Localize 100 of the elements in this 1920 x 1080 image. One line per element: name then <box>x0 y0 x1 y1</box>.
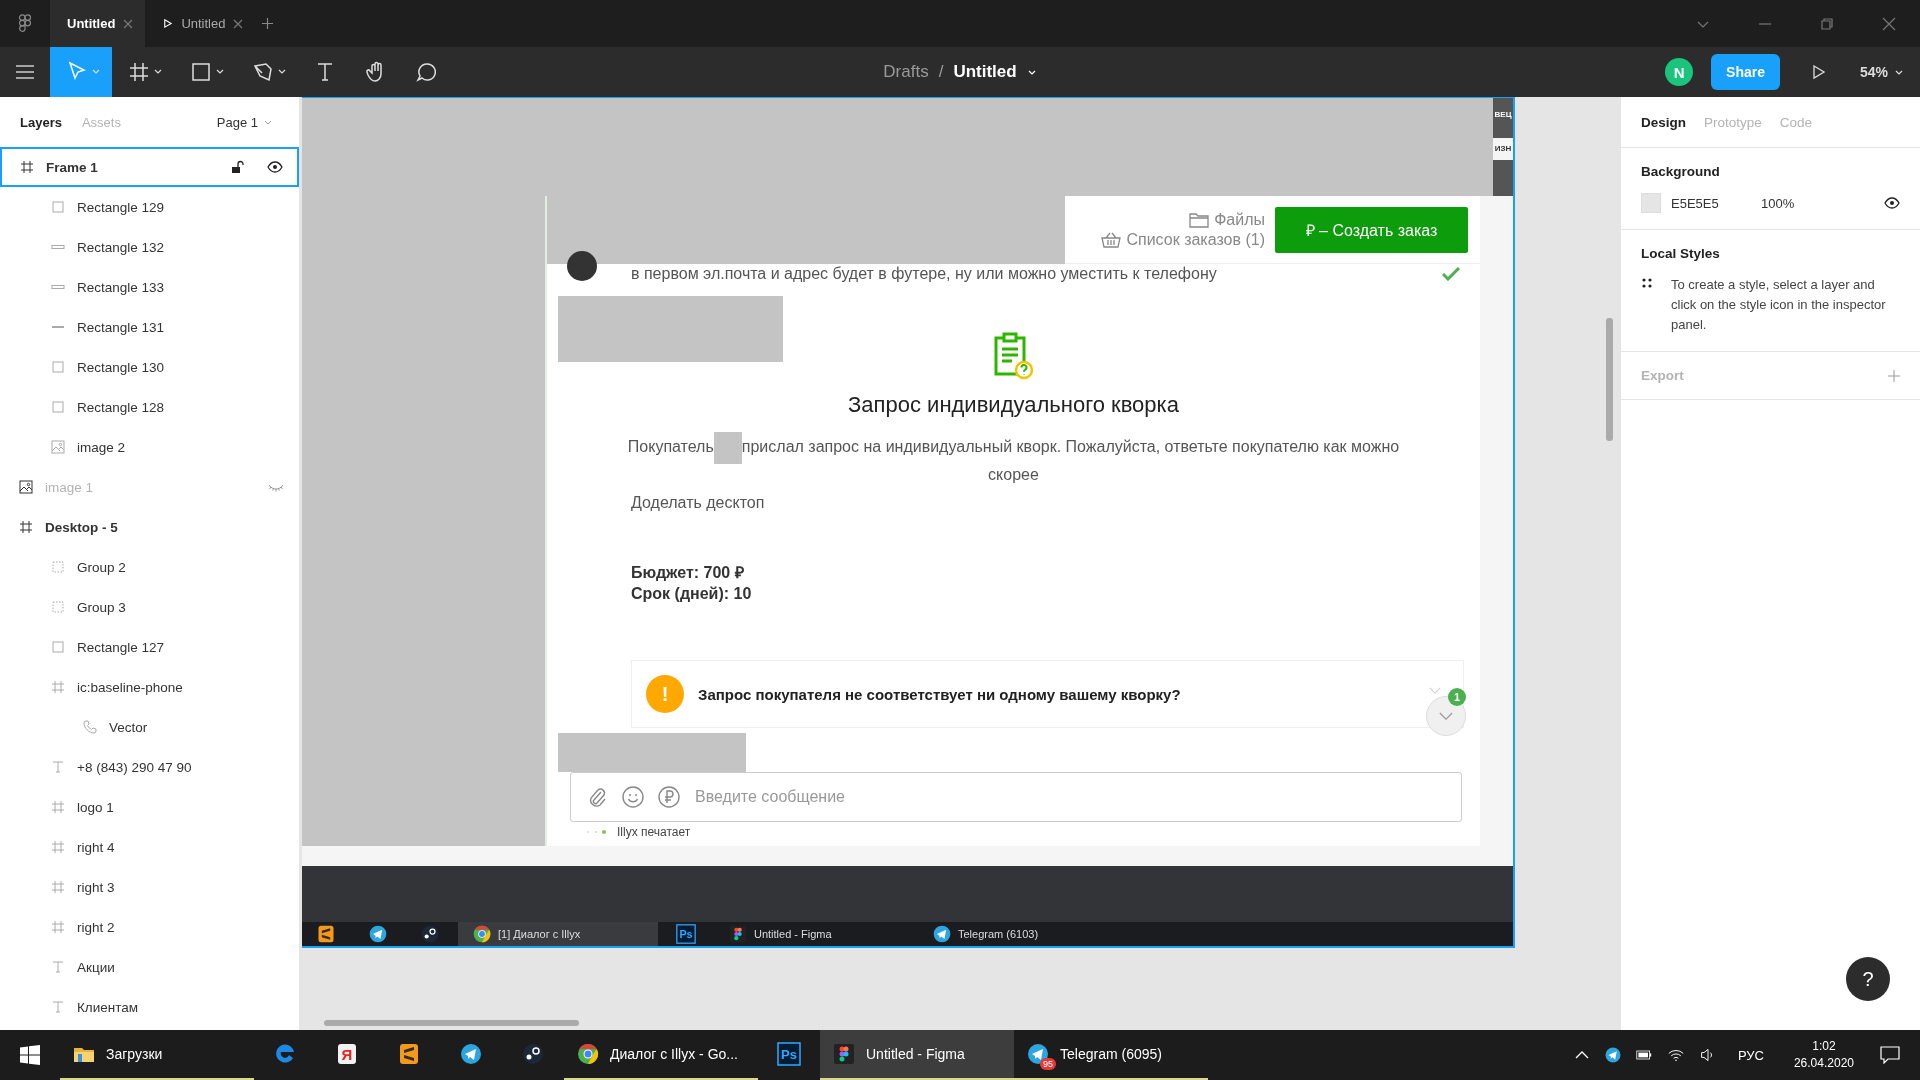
smiley-icon[interactable] <box>621 785 645 809</box>
deadline-text: Срок (дней): 10 <box>631 584 753 604</box>
hex-value[interactable]: E5E5E5 <box>1671 195 1761 211</box>
layer-item[interactable]: Rectangle 133 <box>0 267 299 307</box>
layer-item[interactable]: image 2 <box>0 427 299 467</box>
taskbar-label: Telegram (6095) <box>1060 1046 1162 1062</box>
layer-item[interactable]: right 4 <box>0 827 299 867</box>
telegram-icon <box>932 924 952 944</box>
pen-icon <box>251 60 275 84</box>
section-title: Local Styles <box>1641 246 1721 261</box>
layer-item[interactable]: Rectangle 128 <box>0 387 299 427</box>
layer-item[interactable]: Desktop - 5 <box>0 507 299 547</box>
close-icon[interactable] <box>123 18 134 29</box>
taskbar-item[interactable]: Загрузки <box>60 1030 254 1080</box>
unread-badge: 1 <box>1448 688 1466 706</box>
caret-icon <box>92 68 100 76</box>
styles-hint: To create a style, select a layer and click on the style icon in the inspector panel. <box>1671 276 1887 334</box>
layer-item[interactable]: Акции <box>0 947 299 987</box>
message-field[interactable]: Введите сообщение <box>570 772 1462 822</box>
layer-item[interactable]: Frame 1 <box>0 147 299 187</box>
taskbar-item[interactable]: Untitled - Figma <box>820 1030 1014 1080</box>
unlock-icon[interactable] <box>229 160 245 174</box>
vertical-scrollbar[interactable] <box>1606 318 1613 441</box>
layer-item[interactable]: Rectangle 132 <box>0 227 299 267</box>
file-tab[interactable]: Untitled <box>145 0 256 47</box>
battery-icon[interactable] <box>1635 1048 1652 1062</box>
layer-item[interactable]: ic:baseline-phone <box>0 667 299 707</box>
clock-time[interactable]: 1:02 <box>1812 1038 1836 1055</box>
frame-layer-icon <box>51 880 65 894</box>
telegram-icon[interactable] <box>1603 1046 1622 1064</box>
steam-icon <box>521 1042 545 1066</box>
zoom-dropdown[interactable]: 54% <box>1853 63 1910 81</box>
layer-item[interactable]: Rectangle 130 <box>0 347 299 387</box>
layer-item[interactable]: Group 3 <box>0 587 299 627</box>
create-order-button[interactable]: ₽ – Создать заказ <box>1275 206 1468 253</box>
layer-name: Vector <box>109 719 148 735</box>
figma-logo-icon[interactable] <box>17 12 33 35</box>
taskbar-item[interactable]: Ps <box>758 1030 820 1080</box>
close-icon[interactable] <box>233 18 244 29</box>
language-indicator[interactable]: РУС <box>1737 1047 1764 1063</box>
ruble-icon[interactable] <box>657 785 681 809</box>
frame-layer-icon <box>51 840 65 854</box>
eye-icon[interactable] <box>267 160 283 174</box>
panel-tab[interactable]: Design <box>1641 114 1686 130</box>
add-tab-icon[interactable] <box>261 17 275 30</box>
taskbar-item[interactable]: Я <box>316 1030 378 1080</box>
typing-dots-icon <box>585 829 609 835</box>
image-layer-icon <box>19 480 33 494</box>
layer-item[interactable]: right 3 <box>0 867 299 907</box>
taskbar-item[interactable]: Ps <box>662 922 710 946</box>
taskbar-item[interactable]: Untitled - Figma <box>714 922 914 946</box>
file-tab[interactable]: Untitled <box>50 0 146 47</box>
taskbar-item[interactable]: Telegram (6103) <box>918 922 1118 946</box>
layer-item[interactable]: logo 1 <box>0 787 299 827</box>
layer-item[interactable]: Rectangle 131 <box>0 307 299 347</box>
image-layer-icon <box>51 440 65 454</box>
basket-icon <box>1101 231 1122 248</box>
taskbar-item[interactable]: Telegram (6095) 95 <box>1014 1030 1208 1080</box>
taskbar-item[interactable]: [1] Диалог с Illyx <box>458 922 658 946</box>
layer-item[interactable]: Rectangle 127 <box>0 627 299 667</box>
layer-name: image 2 <box>77 439 126 455</box>
horizontal-scrollbar[interactable] <box>324 1020 579 1026</box>
menu-icon[interactable] <box>15 64 35 80</box>
notification-icon[interactable] <box>1880 1046 1900 1064</box>
page-dropdown[interactable]: Page 1 <box>210 113 279 131</box>
layer-name: Rectangle 130 <box>77 359 165 375</box>
layer-name: right 3 <box>77 879 115 895</box>
eye-icon[interactable] <box>1884 196 1900 210</box>
restore-icon[interactable] <box>1820 16 1834 31</box>
panel-tab[interactable]: Layers <box>20 114 62 130</box>
file-name[interactable]: Untitled <box>953 62 1017 82</box>
orders-link[interactable]: Список заказов (1) <box>1126 230 1265 249</box>
windows-start-icon[interactable] <box>20 1045 40 1065</box>
chevron-down-icon <box>1439 711 1453 721</box>
rectangle-layer-icon <box>51 400 65 414</box>
hash-icon <box>127 60 151 84</box>
wifi-icon[interactable] <box>1667 1048 1684 1062</box>
color-swatch[interactable] <box>1641 193 1661 213</box>
layer-item[interactable]: Rectangle 129 <box>0 187 299 227</box>
clock-date[interactable]: 26.04.2020 <box>1793 1055 1854 1072</box>
layer-item[interactable]: +8 (843) 290 47 90 <box>0 747 299 787</box>
layer-item[interactable]: right 2 <box>0 907 299 947</box>
sublime-icon <box>397 1042 421 1066</box>
opacity-value[interactable]: 100% <box>1761 195 1795 211</box>
caret-icon <box>216 68 224 76</box>
layer-name: Rectangle 133 <box>77 279 165 295</box>
layer-item[interactable]: Клиентам <box>0 987 299 1027</box>
cut-off-text: ИЗН <box>1493 138 1513 160</box>
figma-icon <box>728 924 748 944</box>
close-icon[interactable] <box>1882 16 1896 31</box>
intro-text: Покупатель <box>627 438 714 456</box>
frame[interactable] <box>302 97 1515 948</box>
layer-item[interactable]: Group 2 <box>0 547 299 587</box>
message-input[interactable]: Введите сообщение <box>693 787 1447 807</box>
layer-name: right 2 <box>77 919 115 935</box>
files-link[interactable]: Файлы <box>1214 210 1265 229</box>
taskbar-item[interactable]: Диалог с Illyx - Go... <box>564 1030 758 1080</box>
layer-item[interactable]: Vector <box>0 707 299 747</box>
folder-link[interactable]: Drafts <box>883 62 929 82</box>
speech-bubble-icon <box>415 60 439 84</box>
